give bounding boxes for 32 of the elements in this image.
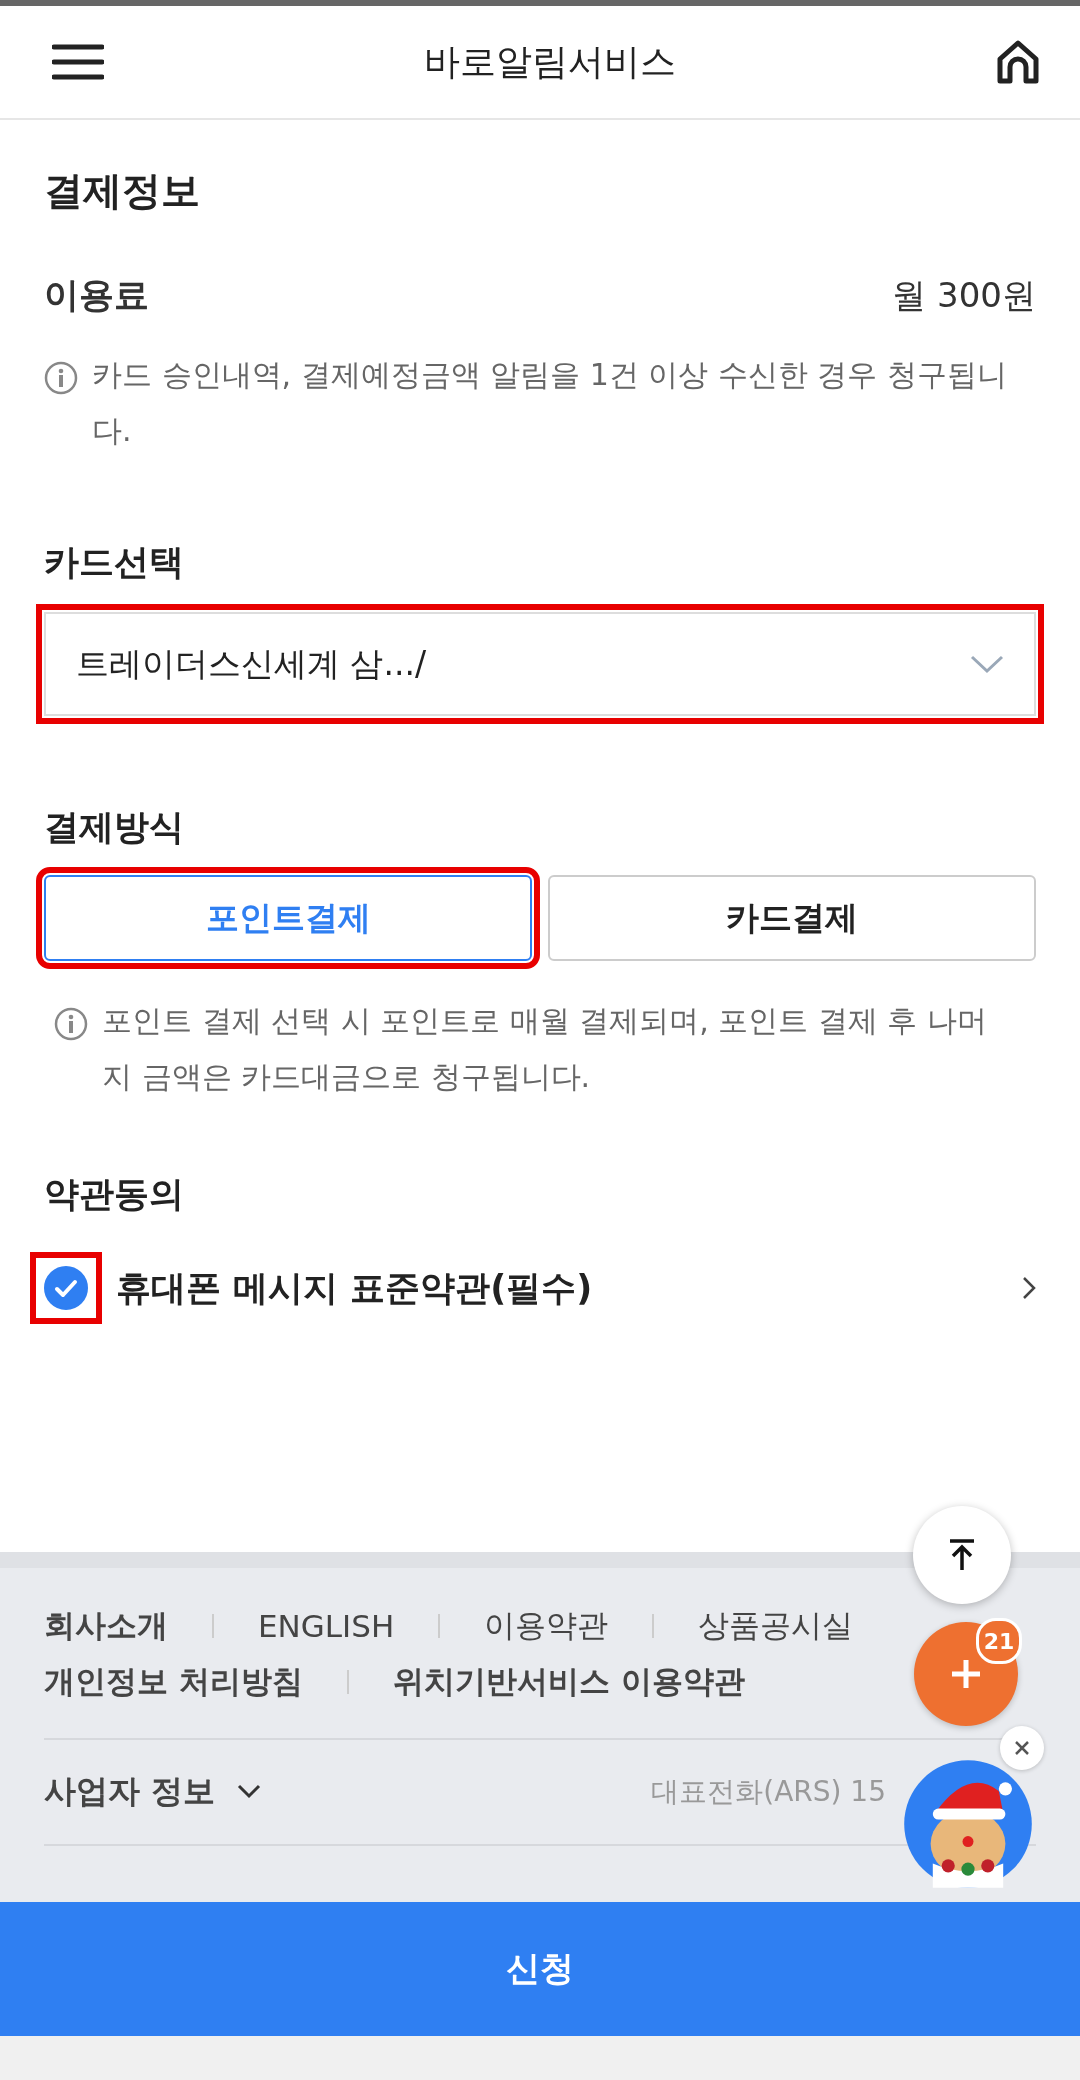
footer-link[interactable]: 이용약관	[484, 1605, 609, 1647]
business-info-toggle[interactable]: 사업자 정보	[44, 1770, 216, 1814]
page-title: 바로알림서비스	[424, 39, 676, 84]
arrow-up-icon	[947, 1538, 977, 1572]
info-text: 카드 승인내역, 결제예정금액 알림을 1건 이상 수신한 경우 청구됩니다.	[92, 356, 1008, 450]
footer-link[interactable]: ENGLISH	[258, 1608, 395, 1644]
chevron-down-icon[interactable]	[237, 1784, 262, 1800]
menu-icon[interactable]	[52, 44, 104, 80]
payment-option-button[interactable]: 카드결제	[548, 875, 1036, 961]
section-title: 결제정보	[44, 167, 201, 215]
chevron-down-icon	[970, 654, 1004, 674]
footer-link[interactable]: 위치기반서비스 이용약관	[392, 1661, 745, 1703]
fee-value: 월 300원	[892, 273, 1036, 317]
terms-link[interactable]: 휴대폰 메시지 표준약관(필수)	[116, 1264, 1004, 1312]
info-text: 포인트 결제 선택 시 포인트로 매월 결제되며, 포인트 결제 후 나머지 금액은 카드대금으로 청구됩니다.	[102, 1002, 988, 1096]
section-title: 약관동의	[44, 1173, 185, 1216]
footer-link[interactable]: 상품공시실	[698, 1605, 854, 1647]
mascot-avatar[interactable]	[902, 1758, 1034, 1890]
chevron-right-icon[interactable]	[1022, 1276, 1036, 1300]
fee-label: 이용료	[44, 274, 149, 317]
select-value: 트레이더스신세계 삼.../	[76, 642, 427, 685]
check-icon	[44, 1266, 88, 1310]
field-label: 카드선택	[44, 541, 185, 584]
info-icon	[54, 1007, 88, 1041]
home-icon[interactable]	[996, 39, 1040, 85]
field-label: 결제방식	[44, 806, 185, 849]
footer-link[interactable]: 개인정보 처리방침	[44, 1661, 303, 1703]
footer-link[interactable]: 회사소개	[44, 1605, 168, 1647]
info-icon	[44, 361, 78, 395]
phone-number: 대표전화(ARS) 15	[651, 1774, 886, 1810]
submit-button[interactable]: 신청	[0, 1902, 1080, 2036]
scroll-top-button[interactable]	[913, 1506, 1011, 1604]
